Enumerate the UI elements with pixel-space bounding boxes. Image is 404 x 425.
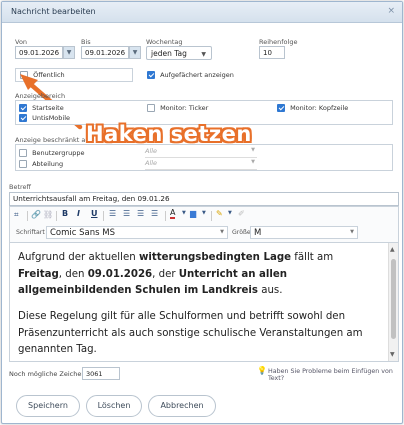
align-center-icon[interactable]: ☰ xyxy=(123,209,130,218)
dialog-window: Nachricht bearbeiten × Von 09.01.2026 ▼ … xyxy=(1,1,403,424)
source-icon[interactable]: ⌗ xyxy=(14,210,19,220)
chevron-down-icon: ▼ xyxy=(220,229,224,235)
von-datepicker-button[interactable]: ▼ xyxy=(63,46,75,59)
chevron-down-icon: ▼ xyxy=(251,147,255,153)
wochentag-label: Wochentag xyxy=(146,38,183,46)
annotation-callout: Haken setzen xyxy=(86,122,252,146)
groesse-select[interactable]: M ▼ xyxy=(250,226,358,239)
groesse-label: Größe xyxy=(232,229,251,236)
benutzergruppe-value: Alle xyxy=(145,147,158,155)
monitor-kopfzeile-label: Monitor: Kopfzeile xyxy=(290,104,349,112)
editor-toolbar: ⌗ 🔗 ⛓ B I U ☰ ☰ ☰ ☰ A ▼ ▆ ▼ ✎ ▼ ✐ Schrif… xyxy=(9,206,399,242)
schriftart-value: Comic Sans MS xyxy=(50,228,116,238)
von-label: Von xyxy=(15,38,28,46)
abteilung-select[interactable]: Alle ▼ xyxy=(145,159,257,170)
background-color-icon[interactable]: ▆ xyxy=(190,209,196,218)
align-right-icon[interactable]: ☰ xyxy=(137,209,144,218)
lightbulb-icon: 💡 xyxy=(257,366,267,375)
message-editor[interactable]: Aufgrund der aktuellen witterungsbedingt… xyxy=(9,242,399,362)
aufgefaechert-checkbox-row[interactable]: Aufgefächert anzeigen xyxy=(147,71,234,79)
untismobile-label: UntisMobile xyxy=(32,114,71,122)
wochentag-value: jeden Tag xyxy=(151,49,187,58)
monitor-kopfzeile-checkbox-row[interactable]: Monitor: Kopfzeile xyxy=(277,104,348,112)
highlight-icon[interactable]: ✎ xyxy=(216,209,223,218)
editor-paragraph-2: Diese Regelung gilt für alle Schulformen… xyxy=(18,311,363,355)
abteilung-value: Alle xyxy=(145,159,158,167)
unlink-icon[interactable]: ⛓ xyxy=(43,210,53,219)
monitor-ticker-label: Monitor: Ticker xyxy=(160,104,209,112)
bis-label: Bis xyxy=(81,38,91,46)
chevron-down-icon: ▼ xyxy=(66,49,72,56)
abteilung-label: Abteilung xyxy=(32,160,64,168)
save-button[interactable]: Speichern xyxy=(16,395,80,417)
chevron-down-icon[interactable]: ▼ xyxy=(182,210,186,216)
chevron-down-icon: ▼ xyxy=(251,159,255,165)
schriftart-label: Schriftart xyxy=(16,229,45,236)
paste-help-link[interactable]: Haben Sie Probleme beim Einfügen von Tex… xyxy=(268,368,402,382)
italic-button[interactable]: I xyxy=(77,209,80,218)
untismobile-checkbox-row[interactable]: UntisMobile xyxy=(19,114,70,122)
link-icon[interactable]: 🔗 xyxy=(31,210,41,219)
groesse-value: M xyxy=(254,228,262,238)
bis-date-input[interactable]: 09.01.2026 xyxy=(81,46,129,59)
betreff-input[interactable]: Unterrichtsausfall am Freitag, den 09.01… xyxy=(9,192,399,206)
chevron-down-icon[interactable]: ▼ xyxy=(202,210,206,216)
startseite-checkbox[interactable] xyxy=(19,104,27,112)
startseite-checkbox-row[interactable]: Startseite xyxy=(19,104,64,112)
toolbar-separator xyxy=(56,211,57,221)
benutzergruppe-checkbox-row[interactable]: Benutzergruppe xyxy=(19,149,84,157)
chevron-down-icon: ▼ xyxy=(201,51,206,58)
editor-scrollbar[interactable]: ▲ ▼ xyxy=(388,243,398,361)
startseite-label: Startseite xyxy=(32,104,64,112)
reihenfolge-input[interactable]: 10 xyxy=(259,46,285,59)
cancel-button[interactable]: Abbrechen xyxy=(148,395,216,417)
chevron-down-icon[interactable]: ▼ xyxy=(228,210,232,216)
aufgefaechert-checkbox[interactable] xyxy=(147,71,155,79)
underline-button[interactable]: U xyxy=(91,209,98,218)
benutzergruppe-checkbox[interactable] xyxy=(19,149,27,157)
toolbar-separator xyxy=(103,211,104,221)
schriftart-select[interactable]: Comic Sans MS ▼ xyxy=(46,226,228,239)
reihenfolge-label: Reihenfolge xyxy=(259,38,298,46)
toolbar-separator xyxy=(211,211,212,221)
monitor-kopfzeile-checkbox[interactable] xyxy=(277,104,285,112)
benutzergruppe-label: Benutzergruppe xyxy=(32,149,85,157)
dialog-titlebar: Nachricht bearbeiten × xyxy=(2,2,402,23)
remaining-chars-label: Noch mögliche Zeichen: xyxy=(9,370,88,378)
chevron-down-icon: ▼ xyxy=(350,229,354,235)
von-date-input[interactable]: 09.01.2026 xyxy=(15,46,63,59)
untismobile-checkbox[interactable] xyxy=(19,114,27,122)
delete-button[interactable]: Löschen xyxy=(86,395,142,417)
betreff-label: Betreff xyxy=(9,183,32,191)
align-left-icon[interactable]: ☰ xyxy=(109,209,116,218)
dialog-title: Nachricht bearbeiten xyxy=(11,7,96,16)
abteilung-checkbox[interactable] xyxy=(19,160,27,168)
clear-format-icon[interactable]: ✐ xyxy=(238,209,245,218)
toolbar-separator xyxy=(165,211,166,221)
anzeige-beschraenkt-label: Anzeige beschränkt auf xyxy=(15,136,92,144)
scroll-down-icon[interactable]: ▼ xyxy=(390,351,395,358)
scroll-up-icon[interactable]: ▲ xyxy=(390,246,395,253)
bold-button[interactable]: B xyxy=(62,209,68,218)
scrollbar-thumb[interactable] xyxy=(391,259,396,339)
benutzergruppe-select[interactable]: Alle ▼ xyxy=(145,147,257,158)
wochentag-select[interactable]: jeden Tag ▼ xyxy=(146,46,212,60)
remaining-chars-value: 3061 xyxy=(82,367,120,380)
monitor-ticker-checkbox-row[interactable]: Monitor: Ticker xyxy=(147,104,208,112)
close-icon[interactable]: × xyxy=(387,6,395,16)
bis-datepicker-button[interactable]: ▼ xyxy=(129,46,141,59)
chevron-down-icon: ▼ xyxy=(132,49,138,56)
align-justify-icon[interactable]: ☰ xyxy=(151,209,158,218)
editor-paragraph-1: Aufgrund der aktuellen witterungsbedingt… xyxy=(18,252,334,296)
text-color-icon[interactable]: A xyxy=(170,209,176,219)
abteilung-checkbox-row[interactable]: Abteilung xyxy=(19,160,63,168)
toolbar-separator xyxy=(27,211,28,221)
monitor-ticker-checkbox[interactable] xyxy=(147,104,155,112)
aufgefaechert-label: Aufgefächert anzeigen xyxy=(160,71,234,79)
anzeigebereich-label: Anzeigebereich xyxy=(15,92,66,100)
